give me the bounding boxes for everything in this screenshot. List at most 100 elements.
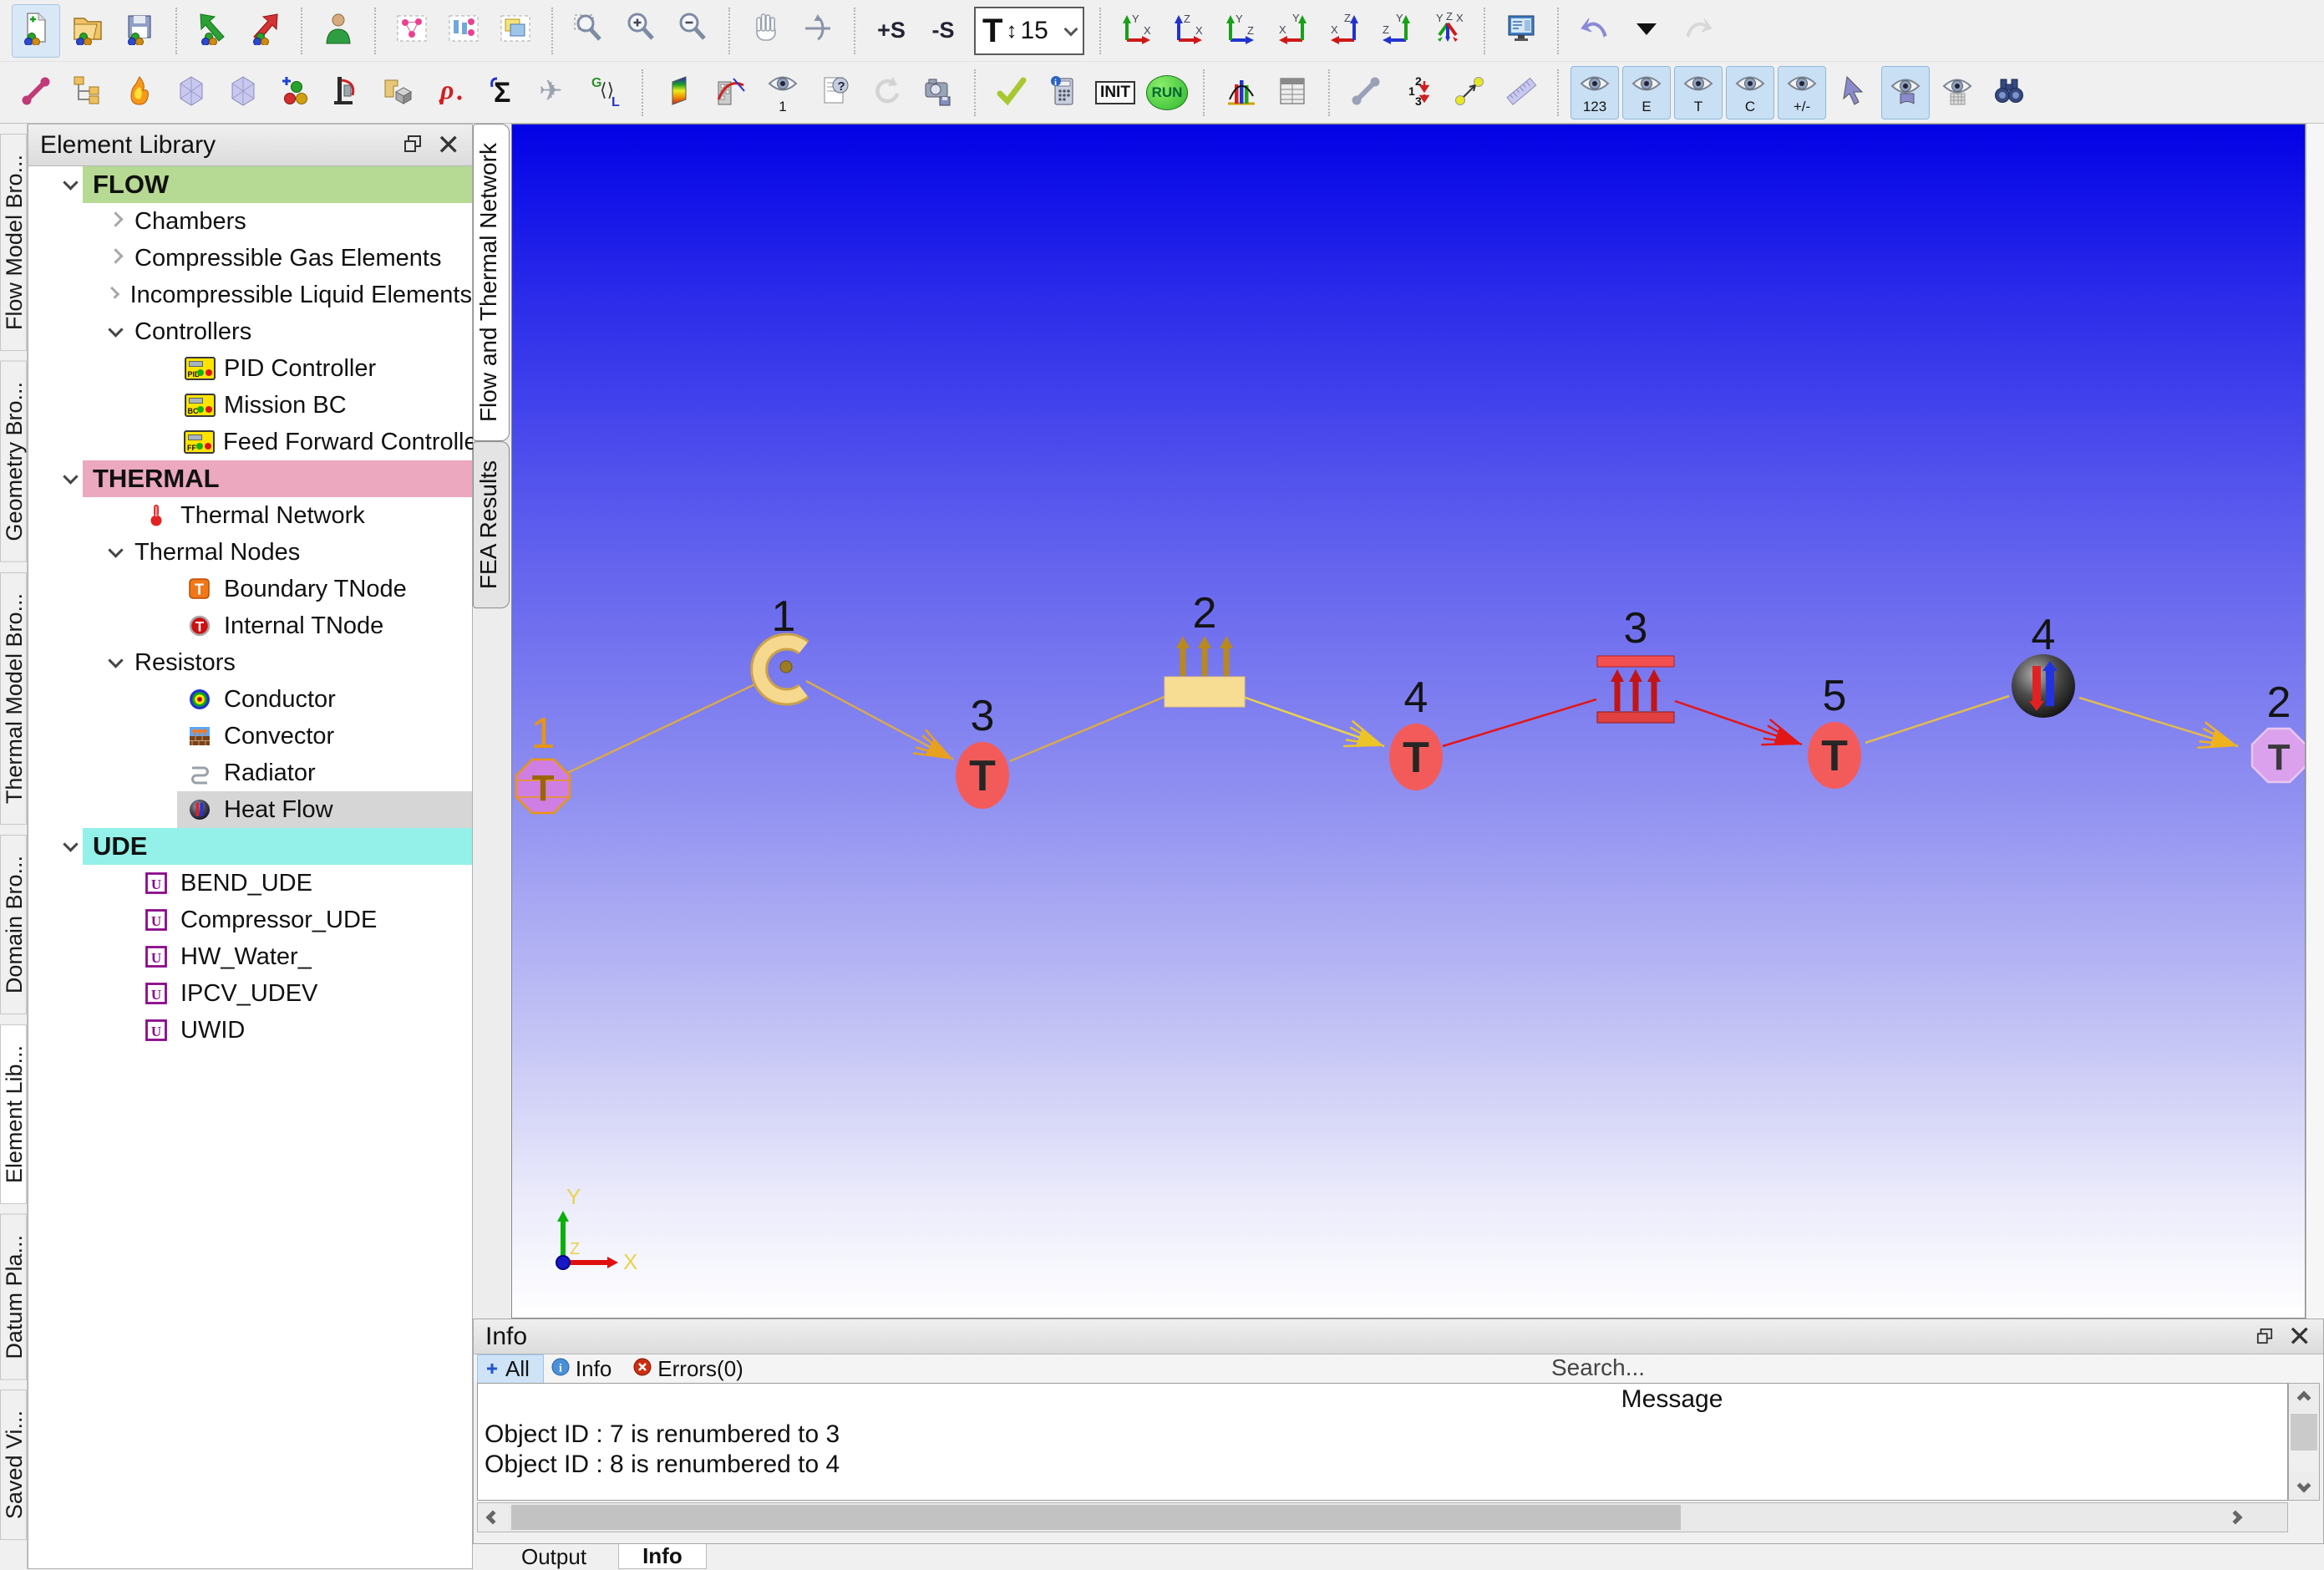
volume-element[interactable]: [374, 66, 423, 119]
new-model[interactable]: [12, 3, 60, 58]
view-network[interactable]: [439, 4, 488, 58]
validate-model[interactable]: [987, 66, 1036, 119]
view-front[interactable]: XY: [1113, 4, 1161, 58]
message-horizontal-scrollbar[interactable]: [477, 1502, 2288, 1532]
heat-flow-4[interactable]: [2012, 654, 2075, 718]
chevron-expanded-icon[interactable]: [108, 541, 124, 558]
canvas-tab-fea-results[interactable]: FEA Results: [473, 441, 510, 609]
xy-plot[interactable]: [707, 66, 755, 119]
tree-item-feed-forward-controller[interactable]: FF Feed Forward Controller: [28, 424, 485, 460]
sidebar-tab-domain-bro[interactable]: Domain Bro...: [0, 834, 27, 1014]
zoom-box[interactable]: [565, 4, 613, 58]
undo-history-menu[interactable]: [1622, 4, 1671, 58]
export-model[interactable]: [241, 4, 289, 58]
user-mode[interactable]: [314, 4, 363, 58]
boundary-tnode-2[interactable]: T: [2250, 727, 2307, 784]
conductor-1[interactable]: [750, 633, 809, 706]
tree-item-conductor[interactable]: Conductor: [28, 681, 472, 718]
sidebar-tab-element-lib[interactable]: Element Lib...: [0, 1024, 27, 1204]
tree-group-flow[interactable]: FLOW: [28, 166, 472, 203]
close-panel-icon[interactable]: ✕: [437, 131, 461, 160]
radiator-3[interactable]: [1596, 655, 1675, 724]
float-panel-icon[interactable]: [403, 131, 422, 160]
sidebar-tab-thermal-model-bro[interactable]: Thermal Model Bro...: [0, 572, 27, 825]
open-model[interactable]: [63, 4, 112, 58]
model-canvas[interactable]: T 1 1 T 3 2 T 4 3 T 5 4 T 2 Y X Z: [511, 124, 2307, 1318]
filter-errors0[interactable]: Errors(0): [626, 1354, 758, 1384]
float-info-panel-icon[interactable]: [2256, 1323, 2273, 1351]
chamber-element[interactable]: [167, 66, 216, 119]
tree-item-boundary-tnode[interactable]: T Boundary TNode: [28, 571, 472, 607]
gcode-editor[interactable]: G ⟨⟩ L: [581, 66, 630, 119]
chevron-expanded-icon[interactable]: [63, 468, 79, 485]
tree-item-compressor-ude[interactable]: U Compressor_UDE: [28, 902, 472, 938]
tree-item-mission-bc[interactable]: BC Mission BC: [28, 387, 472, 424]
find-objects[interactable]: [1985, 66, 2033, 119]
plenum-element[interactable]: [219, 66, 267, 119]
tree-item-uwid[interactable]: U UWID: [28, 1012, 472, 1049]
bottom-tab-output[interactable]: Output: [498, 1544, 610, 1569]
horizontal-scroll-thumb[interactable]: [511, 1505, 1681, 1530]
results-colormap[interactable]: [655, 66, 703, 119]
actuator-element[interactable]: [322, 66, 371, 119]
tree-item-heat-flow[interactable]: Heat Flow: [28, 791, 472, 828]
tree-item-hw-water[interactable]: U HW_Water_: [28, 938, 472, 975]
results-table[interactable]: [1268, 66, 1317, 119]
increase-symbol-size[interactable]: +S: [867, 4, 916, 58]
view-isometric[interactable]: YZX: [1423, 4, 1472, 58]
solver-settings[interactable]: i: [1039, 66, 1088, 119]
run-solution[interactable]: RUN: [1143, 66, 1191, 119]
view-top[interactable]: XZ: [1165, 4, 1213, 58]
zoom-in[interactable]: [617, 4, 665, 58]
show-selected-only[interactable]: 1: [759, 66, 807, 119]
renumber-objects[interactable]: 213: [1393, 66, 1442, 119]
view-back[interactable]: XY: [1268, 4, 1317, 58]
snapshot[interactable]: [914, 66, 962, 119]
internal-tnode-4[interactable]: T: [1389, 724, 1443, 790]
show-elements[interactable]: E: [1622, 66, 1671, 119]
internal-tnode-5[interactable]: T: [1808, 722, 1861, 789]
tree-item-chambers[interactable]: Chambers: [28, 203, 472, 240]
select-cursor[interactable]: [1829, 66, 1878, 119]
boundary-tnode-1[interactable]: T: [515, 758, 571, 815]
scroll-up-icon[interactable]: [2289, 1384, 2319, 1412]
add-elements[interactable]: [271, 66, 319, 119]
scroll-right-icon[interactable]: [2220, 1503, 2250, 1532]
bend-element[interactable]: ρ: [426, 66, 474, 119]
link-tool[interactable]: [1342, 66, 1390, 119]
init-solution[interactable]: INIT: [1091, 66, 1139, 119]
sidebar-tab-flow-model-bro[interactable]: Flow Model Bro...: [0, 134, 27, 352]
tree-item-ipcv-udev[interactable]: U IPCV_UDEV: [28, 975, 472, 1012]
undo[interactable]: [1570, 4, 1619, 58]
summation-element[interactable]: Σ: [478, 66, 526, 119]
aircraft-mission[interactable]: ✈: [530, 66, 578, 119]
vertical-scroll-thumb[interactable]: [2291, 1414, 2317, 1451]
tree-group-thermal[interactable]: THERMAL: [28, 460, 472, 497]
show-ids[interactable]: 123: [1570, 66, 1619, 119]
display-settings[interactable]: [1497, 4, 1545, 58]
show-tnodes[interactable]: T: [1674, 66, 1723, 119]
sidebar-tab-datum-pla[interactable]: Datum Pla...: [0, 1213, 27, 1380]
import-model[interactable]: [189, 4, 237, 58]
scroll-down-icon[interactable]: [2289, 1471, 2319, 1500]
report-document[interactable]: ?: [810, 66, 859, 119]
chevron-collapsed-icon[interactable]: [107, 286, 120, 299]
combustor-element[interactable]: [115, 66, 164, 119]
chevron-expanded-icon[interactable]: [63, 174, 79, 191]
tree-group-ude[interactable]: UDE: [28, 828, 472, 865]
show-flags[interactable]: [1881, 66, 1930, 119]
search-input[interactable]: [1551, 1354, 2286, 1381]
scroll-left-icon[interactable]: [478, 1503, 508, 1532]
tree-item-convector[interactable]: Convector: [28, 718, 472, 755]
canvas-tab-flow-and-thermal-network[interactable]: Flow and Thermal Network: [473, 124, 510, 442]
view-overlay[interactable]: [491, 4, 540, 58]
chevron-expanded-icon[interactable]: [108, 652, 124, 668]
results-histogram[interactable]: [1216, 66, 1265, 119]
filter-info[interactable]: i Info: [544, 1354, 626, 1384]
rotate[interactable]: [794, 4, 842, 58]
view-other-side[interactable]: ZY: [1372, 4, 1420, 58]
measure-distance[interactable]: [1445, 66, 1494, 119]
tree-item-compressible-gas-elements[interactable]: Compressible Gas Elements: [28, 240, 472, 277]
show-grid-symbols[interactable]: [1933, 66, 1981, 119]
show-chambers[interactable]: C: [1726, 66, 1774, 119]
